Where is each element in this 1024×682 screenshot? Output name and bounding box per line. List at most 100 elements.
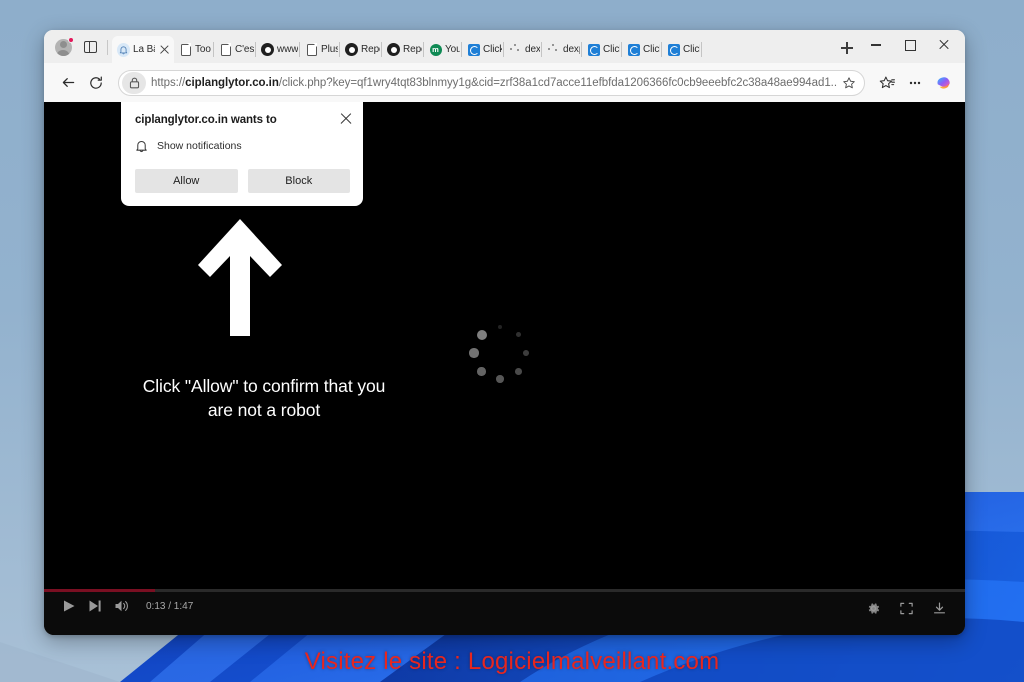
page-viewport: Click "Allow" to confirm that you are no… [44,102,965,635]
tab-title: Too [195,44,211,55]
download-icon[interactable] [932,601,947,616]
spinner-dot [469,348,479,358]
tab-11[interactable]: dexp [542,36,582,63]
document-icon [305,43,318,56]
dark-circle-icon [261,43,274,56]
more-options-icon[interactable] [901,69,929,97]
browser-window: La BäTooC'estwwwPlusRepçRepçmYouşClickde… [44,30,965,635]
headline-line-2: are not a robot [207,399,321,420]
time-label: 0:13 / 1:47 [146,600,194,612]
dark-circle-icon [387,43,400,56]
volume-icon[interactable] [114,599,130,613]
tab-9[interactable]: Click [462,36,504,63]
page-headline: Click "Allow" to confirm that you are no… [64,375,464,422]
tab-title: Plus [321,44,338,55]
back-arrow-icon[interactable] [54,69,82,97]
tab-title: Click [643,44,660,55]
notification-permission-dialog: ciplanglytor.co.in wants to Show notific… [121,102,363,206]
permission-dialog-title: ciplanglytor.co.in wants to [135,114,277,126]
permission-label: Show notifications [157,140,242,152]
blue-refresh-icon [627,43,640,56]
close-icon[interactable] [338,110,354,126]
banner-text: Visitez le site : Logicielmalveillant.co… [304,648,720,675]
tab-5[interactable]: Plus [300,36,340,63]
dark-circle-icon [345,43,358,56]
bell-icon [135,139,148,153]
spinner-dot [498,325,503,329]
dots-icon [547,43,560,56]
tab-14[interactable]: Click [662,36,702,63]
play-icon[interactable] [62,599,76,613]
spinner-dot [477,367,486,376]
tab-close-button[interactable] [157,42,172,57]
spinner-dot [515,332,521,338]
blue-refresh-icon [667,43,680,56]
lock-icon[interactable] [122,71,146,94]
blue-refresh-icon [587,43,600,56]
tab-13[interactable]: Click [622,36,662,63]
collections-icon[interactable] [873,69,901,97]
tab-search-icon[interactable] [78,34,102,60]
star-icon[interactable] [838,72,860,94]
window-controls [859,30,961,63]
tab-title: Click [603,44,620,55]
profile-avatar-icon[interactable] [50,34,76,60]
reload-icon[interactable] [82,69,110,97]
up-arrow-icon [194,215,286,340]
tab-title: Click [683,44,700,55]
permission-request-row: Show notifications [135,139,350,153]
tab-strip: La BäTooC'estwwwPlusRepçRepçmYouşClickde… [44,30,965,63]
tab-title: Youş [445,44,460,55]
gear-icon[interactable] [866,601,881,616]
tab-7[interactable]: Repç [382,36,424,63]
copilot-icon[interactable] [929,69,957,97]
permission-buttons: Allow Block [135,169,350,193]
video-player-controls: 0:13 / 1:47 [44,589,965,635]
tab-title: www [277,44,298,55]
loading-spinner-icon [467,320,533,386]
tab-title: Click [483,44,502,55]
document-icon [179,43,192,56]
tab-1[interactable]: La Bä [112,36,174,63]
maximize-button[interactable] [893,30,927,60]
url-text: https://ciplanglytor.co.in/click.php?key… [151,76,838,89]
tab-4[interactable]: www [256,36,300,63]
spinner-dot [496,375,504,383]
progress-track[interactable] [44,589,965,592]
tabstrip-divider [107,40,108,55]
document-icon [219,43,232,56]
headline-line-1: Click "Allow" to confirm that you [142,376,386,396]
tab-separator [701,42,702,57]
tab-title: La Bä [133,44,155,55]
tab-title: Repç [361,44,380,55]
new-tab-button[interactable] [835,36,859,60]
bell-icon [117,42,130,57]
tab-3[interactable]: C'est [214,36,256,63]
minimize-button[interactable] [859,30,893,60]
next-track-icon[interactable] [88,599,102,613]
tab-12[interactable]: Click [582,36,622,63]
tab-8[interactable]: mYouş [424,36,462,63]
spinner-dot [523,350,529,356]
address-bar[interactable]: https://ciplanglytor.co.in/click.php?key… [118,69,865,96]
blue-refresh-icon [467,43,480,56]
browser-toolbar: https://ciplanglytor.co.in/click.php?key… [44,63,965,102]
spinner-dot [515,368,522,375]
tab-title: dexp [563,44,580,55]
player-right-controls [866,601,947,616]
block-button[interactable]: Block [247,169,350,193]
close-button[interactable] [927,30,961,60]
green-badge-icon: m [429,43,442,56]
spinner-dot [476,329,487,340]
player-left-controls: 0:13 / 1:47 [62,599,193,613]
tab-2[interactable]: Too [174,36,214,63]
tab-10[interactable]: dexp [504,36,542,63]
tab-title: dexp [525,44,540,55]
tab-title: C'est [235,44,254,55]
tab-6[interactable]: Repç [340,36,382,63]
progress-fill [44,589,155,592]
fullscreen-icon[interactable] [899,601,914,616]
allow-button[interactable]: Allow [135,169,238,193]
tab-title: Repç [403,44,422,55]
dots-icon [509,43,522,56]
